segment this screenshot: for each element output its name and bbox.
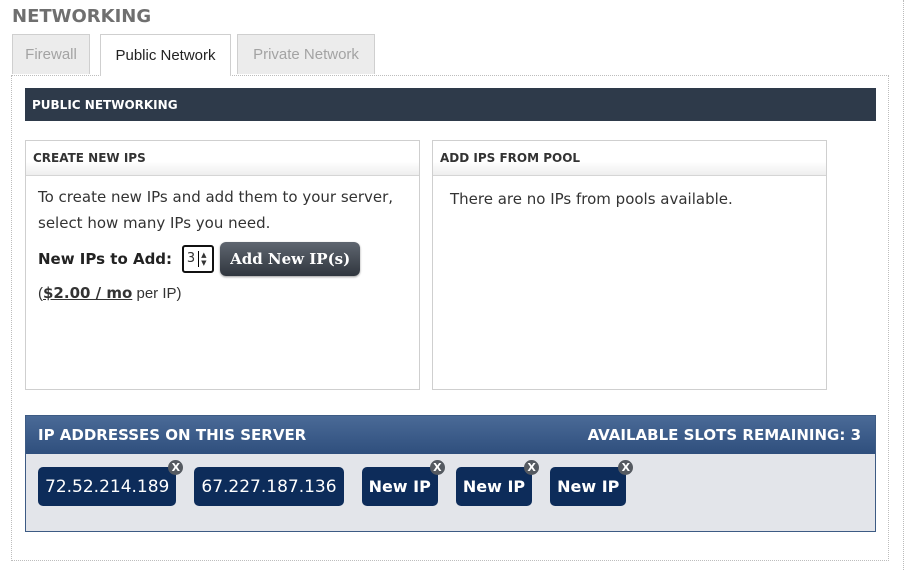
spinner-up-icon[interactable]: ▲	[201, 251, 206, 259]
ip-chip[interactable]: 67.227.187.136	[194, 467, 344, 506]
price-suffix: per IP)	[132, 285, 182, 302]
add-new-ips-button[interactable]: Add New IP(s)	[220, 242, 361, 276]
price-link[interactable]: $2.00 / mo	[43, 284, 132, 302]
section-title: PUBLIC NETWORKING	[32, 97, 178, 112]
pool-header: ADD IPS FROM POOL	[433, 141, 826, 176]
ip-addresses-panel: IP ADDRESSES ON THIS SERVER AVAILABLE SL…	[25, 415, 876, 532]
ip-chip[interactable]: 72.52.214.189 X	[38, 460, 184, 506]
ip-label: New IP	[557, 477, 620, 496]
ip-label: New IP	[462, 477, 526, 496]
new-ip-chip[interactable]: New IP X	[455, 460, 540, 506]
ip-label: New IP	[368, 477, 431, 496]
new-ips-label: New IPs to Add:	[38, 250, 173, 268]
ip-label: 72.52.214.189	[45, 476, 170, 497]
remove-ip-icon[interactable]: X	[618, 460, 634, 475]
tab-public-network[interactable]: Public Network	[100, 34, 231, 76]
ip-chip-list: 72.52.214.189 X 67.227.187.136 New IP X …	[38, 460, 644, 506]
ip-count-value[interactable]: 3	[184, 251, 200, 267]
ip-label: 67.227.187.136	[201, 476, 337, 497]
remove-ip-icon[interactable]: X	[168, 460, 184, 475]
new-ip-chip[interactable]: New IP X	[550, 460, 634, 506]
ip-addresses-title: IP ADDRESSES ON THIS SERVER	[38, 426, 307, 444]
create-description: To create new IPs and add them to your s…	[38, 188, 394, 232]
new-ip-chip[interactable]: New IP X	[361, 460, 445, 506]
remove-ip-icon[interactable]: X	[429, 460, 445, 475]
tab-firewall[interactable]: Firewall	[12, 34, 90, 74]
create-new-ips-header: CREATE NEW IPS	[26, 141, 419, 176]
add-ips-from-pool-box: ADD IPS FROM POOL There are no IPs from …	[432, 140, 827, 390]
page-edge-divider	[903, 0, 905, 570]
section-header: PUBLIC NETWORKING	[25, 88, 876, 121]
create-new-ips-box: CREATE NEW IPS To create new IPs and add…	[25, 140, 420, 390]
pool-message: There are no IPs from pools available.	[450, 190, 733, 208]
ip-addresses-header: IP ADDRESSES ON THIS SERVER AVAILABLE SL…	[26, 416, 875, 454]
price-note: ($2.00 / mo per IP)	[38, 280, 407, 307]
page-title: NETWORKING	[12, 6, 152, 27]
remove-ip-icon[interactable]: X	[524, 460, 540, 475]
ip-count-stepper[interactable]: 3 ▲ ▼	[182, 245, 215, 273]
tab-private-network[interactable]: Private Network	[237, 34, 375, 74]
available-slots: AVAILABLE SLOTS REMAINING: 3	[587, 426, 861, 444]
spinner-down-icon[interactable]: ▼	[201, 259, 206, 267]
